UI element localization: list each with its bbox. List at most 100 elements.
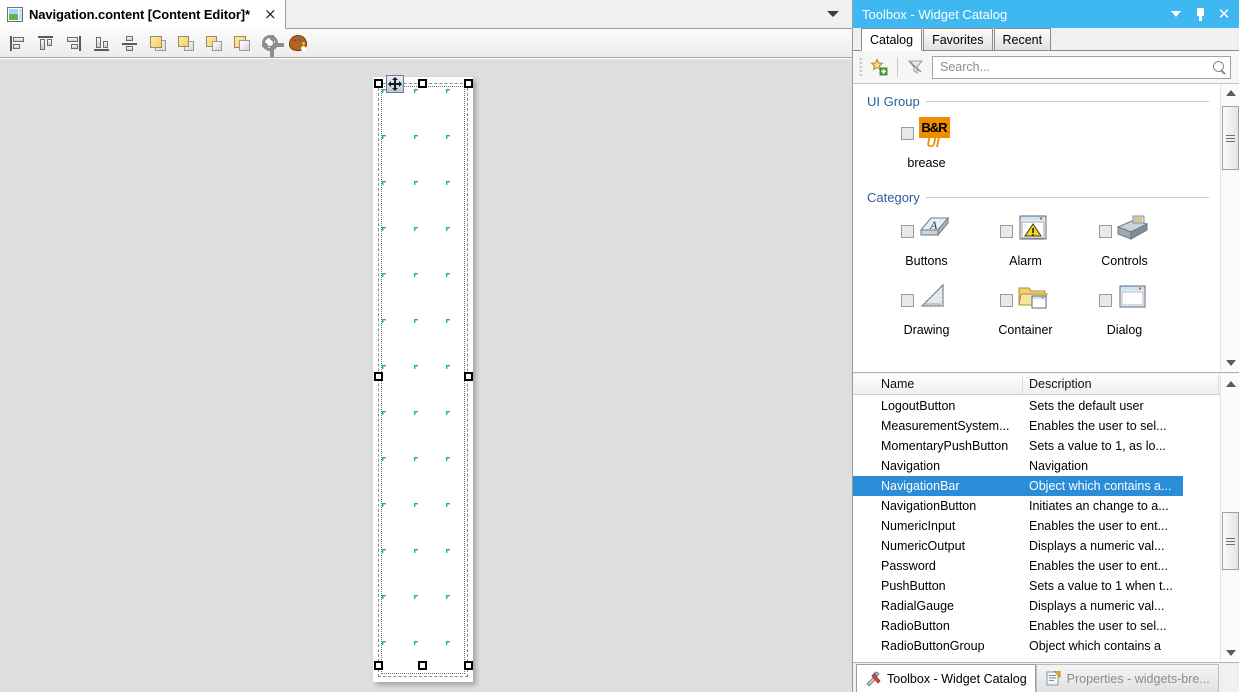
tab-catalog-label: Catalog (870, 32, 914, 47)
align-bottom-button[interactable] (89, 31, 115, 55)
row-description: Enables the user to ent... (1029, 519, 1168, 533)
catalog-scroll-down-button[interactable] (1221, 354, 1239, 372)
magnifier-icon[interactable] (1213, 60, 1226, 74)
dock-tab-toolbox[interactable]: Toolbox - Widget Catalog (856, 664, 1036, 692)
settings-button[interactable] (257, 31, 284, 57)
resize-handle-bottom-right[interactable] (464, 661, 473, 670)
catalog-tile-label: Buttons (905, 254, 948, 268)
send-backward-button[interactable] (201, 31, 227, 55)
checkbox-container[interactable] (999, 294, 1013, 307)
widget-list[interactable]: Name Description LogoutButton Sets the de… (853, 374, 1239, 662)
align-center-vertical-button[interactable] (117, 31, 143, 55)
toolbar-grip[interactable] (859, 57, 863, 77)
column-header-description[interactable]: Description (1023, 375, 1219, 394)
checkbox-controls[interactable] (1098, 225, 1112, 238)
align-center-vertical-icon (121, 35, 139, 52)
close-icon[interactable]: × (264, 6, 277, 22)
checkbox-brease[interactable] (900, 127, 914, 140)
row-name: NavigationBar (881, 479, 960, 493)
catalog-tile-label: brease (907, 156, 946, 170)
resize-handle-bottom-left[interactable] (374, 661, 383, 670)
list-scroll-thumb[interactable] (1222, 512, 1239, 570)
table-row[interactable]: PushButton Sets a value to 1 when t... (853, 576, 1239, 596)
resize-handle-top-right[interactable] (464, 79, 473, 88)
bring-to-front-button[interactable] (145, 31, 171, 55)
catalog-tile-drawing[interactable]: Drawing (877, 282, 976, 337)
send-to-back-button[interactable] (229, 31, 255, 55)
search-input[interactable]: Search... (932, 55, 1231, 79)
resize-handle-middle-left[interactable] (374, 372, 383, 381)
add-to-favorites-button[interactable] (867, 55, 891, 79)
align-top-button[interactable] (33, 31, 59, 55)
tab-catalog[interactable]: Catalog (861, 28, 923, 51)
catalog-tile-controls[interactable]: Controls (1075, 213, 1174, 268)
resize-handle-top-center[interactable] (418, 79, 427, 88)
row-description: Enables the user to ent... (1029, 559, 1168, 573)
table-row[interactable]: Password Enables the user to ent... (853, 556, 1239, 576)
row-name: Password (881, 559, 936, 573)
panel-pin-button[interactable] (1191, 5, 1209, 23)
align-bottom-icon (93, 35, 111, 52)
table-row[interactable]: LogoutButton Sets the default user (853, 396, 1239, 416)
category-tiles: A Buttons Alarm Controls Drawing Contain… (853, 205, 1219, 351)
row-name: NavigationButton (881, 499, 977, 513)
resize-handle-top-left[interactable] (374, 79, 383, 88)
table-row[interactable]: RadioButtonGroup Object which contains a (853, 636, 1239, 656)
tabstrip-dropdown-button[interactable] (822, 0, 844, 28)
move-handle[interactable] (386, 75, 404, 93)
content-editor-pane: Navigation.content [Content Editor]* × (0, 0, 852, 692)
toolbox-title: Toolbox - Widget Catalog (862, 6, 1008, 22)
clear-filter-button[interactable] (904, 55, 928, 79)
palette-icon (289, 35, 307, 51)
column-header-name[interactable]: Name (853, 375, 1023, 394)
panel-menu-button[interactable] (1167, 5, 1185, 23)
move-cross-icon (388, 77, 402, 91)
catalog-tile-brease[interactable]: B&R UI brease (877, 115, 976, 170)
resize-handle-bottom-center[interactable] (418, 661, 427, 670)
content-editor-icon (7, 6, 23, 22)
widget-list-scrollbar[interactable] (1220, 375, 1239, 662)
table-row[interactable]: RadialGauge Displays a numeric val... (853, 596, 1239, 616)
table-row-selected[interactable]: NavigationBar Object which contains a... (853, 476, 1183, 496)
catalog-tile-container[interactable]: Container (976, 282, 1075, 337)
checkbox-buttons[interactable] (900, 225, 914, 238)
catalog-tile-alarm[interactable]: Alarm (976, 213, 1075, 268)
align-left-button[interactable] (5, 31, 31, 55)
row-name: NumericOutput (881, 539, 966, 553)
checkbox-drawing[interactable] (900, 294, 914, 307)
table-row[interactable]: Navigation Navigation (853, 456, 1239, 476)
align-right-button[interactable] (61, 31, 87, 55)
design-canvas[interactable] (0, 58, 852, 692)
document-tab-navigation-content[interactable]: Navigation.content [Content Editor]* × (0, 0, 286, 29)
table-row[interactable]: NumericInput Enables the user to ent... (853, 516, 1239, 536)
checkbox-dialog[interactable] (1098, 294, 1112, 307)
catalog-scroll-thumb[interactable] (1222, 106, 1239, 170)
table-row[interactable]: RadioButton Enables the user to sel... (853, 616, 1239, 636)
chevron-down-icon (1225, 360, 1236, 366)
table-row[interactable]: MeasurementSystem... Enables the user to … (853, 416, 1239, 436)
catalog-scroll-area[interactable]: UI Group B&R UI brease Category A Button… (853, 84, 1239, 373)
catalog-tile-dialog[interactable]: Dialog (1075, 282, 1174, 337)
tab-recent[interactable]: Recent (993, 28, 1052, 50)
dock-tab-properties[interactable]: Properties - widgets-bre... (1035, 664, 1219, 692)
bring-forward-button[interactable] (173, 31, 199, 55)
table-row[interactable]: NavigationButton Initiates an change to a… (853, 496, 1239, 516)
list-scroll-up-button[interactable] (1221, 375, 1239, 393)
filter-clear-icon (907, 60, 924, 74)
chevron-down-icon (1225, 650, 1236, 656)
resize-handle-middle-right[interactable] (464, 372, 473, 381)
dock-tab-label: Toolbox - Widget Catalog (887, 671, 1027, 686)
catalog-tile-buttons[interactable]: A Buttons (877, 213, 976, 268)
tab-favorites[interactable]: Favorites (923, 28, 993, 50)
theme-button[interactable] (285, 31, 311, 55)
dialog-icon (1115, 282, 1151, 320)
panel-close-button[interactable]: ✕ (1215, 5, 1233, 23)
table-row[interactable]: NumericOutput Displays a numeric val... (853, 536, 1239, 556)
catalog-scrollbar[interactable] (1220, 84, 1239, 372)
chevron-up-icon (1225, 90, 1236, 96)
catalog-tile-label: Controls (1101, 254, 1148, 268)
checkbox-alarm[interactable] (999, 225, 1013, 238)
list-scroll-down-button[interactable] (1221, 644, 1239, 662)
table-row[interactable]: MomentaryPushButton Sets a value to 1, as… (853, 436, 1239, 456)
catalog-scroll-up-button[interactable] (1221, 84, 1239, 102)
